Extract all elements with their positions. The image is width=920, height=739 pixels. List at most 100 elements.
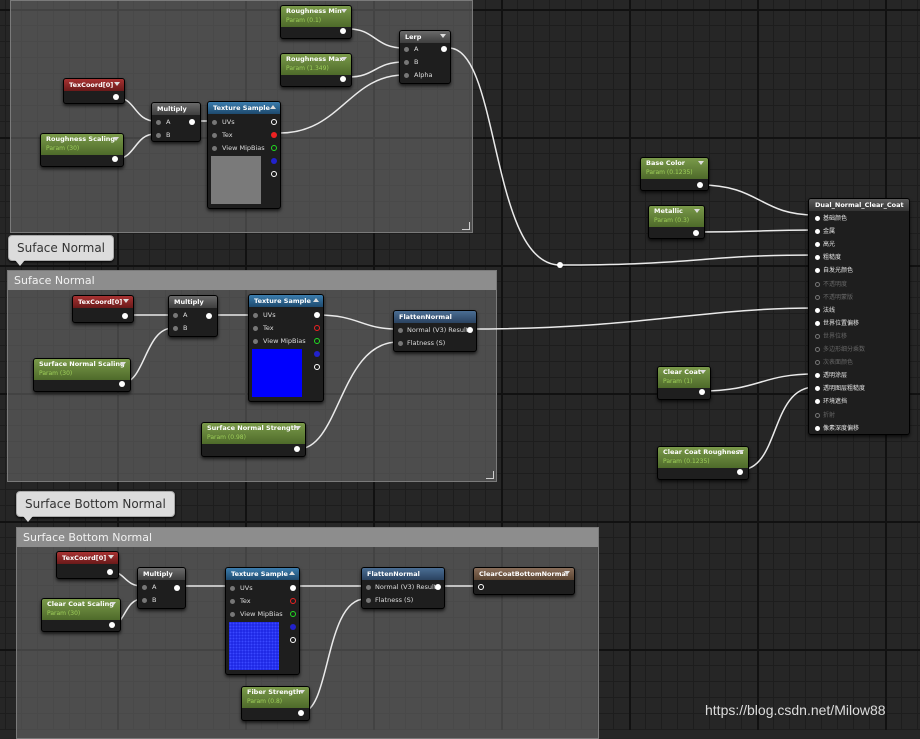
node-base-color[interactable]: Base Color Param (0.1235) [640, 157, 709, 191]
output-pin[interactable] [467, 327, 473, 333]
input-pin[interactable] [156, 120, 161, 125]
output-pin[interactable] [340, 76, 346, 82]
input-pin[interactable] [253, 339, 258, 344]
output-pin-b[interactable] [271, 158, 277, 164]
input-pin[interactable] [815, 425, 820, 431]
chevron-down-icon[interactable] [113, 137, 119, 141]
chevron-down-icon[interactable] [110, 602, 116, 606]
output-pin-b[interactable] [314, 351, 320, 357]
material-input-pin[interactable]: 透明图层粗糙度 [815, 383, 865, 392]
output-pin[interactable] [119, 381, 125, 387]
material-input-pin[interactable]: 高光 [815, 239, 835, 248]
output-pin[interactable] [441, 46, 447, 52]
chevron-down-icon[interactable] [698, 161, 704, 165]
chevron-up-icon[interactable] [289, 571, 295, 575]
material-input-pin[interactable]: 法线 [815, 305, 835, 314]
output-pin-rgb[interactable] [314, 312, 320, 318]
node-texture-sample[interactable]: Texture Sample UVs Tex View MipBias [207, 101, 281, 209]
chevron-up-icon[interactable] [313, 298, 319, 302]
node-texture-sample[interactable]: Texture Sample UVs Tex View MipBias [225, 567, 300, 675]
input-pin[interactable] [815, 347, 820, 352]
node-metallic[interactable]: Metallic Param (0.3) [648, 205, 705, 239]
input-pin[interactable] [404, 73, 409, 78]
material-input-pin[interactable]: 次表面颜色 [815, 357, 853, 366]
chevron-down-icon[interactable] [694, 209, 700, 213]
input-pin[interactable] [398, 328, 403, 333]
input-pin[interactable] [230, 612, 235, 617]
input-pin[interactable] [366, 598, 371, 603]
output-pin-a[interactable] [271, 171, 277, 177]
output-pin[interactable] [697, 182, 703, 188]
output-pin[interactable] [206, 313, 212, 319]
input-pin[interactable] [815, 386, 820, 392]
node-texture-sample[interactable]: Texture Sample UVs Tex View MipBias [248, 294, 324, 402]
chevron-down-icon[interactable] [295, 426, 301, 430]
node-texcoord[interactable]: TexCoord[0] [72, 295, 134, 323]
material-input-pin[interactable]: 不透明蒙版 [815, 292, 853, 301]
chevron-down-icon[interactable] [108, 555, 114, 559]
output-pin-a[interactable] [290, 637, 296, 643]
output-pin[interactable] [340, 28, 346, 34]
output-pin-r[interactable] [271, 132, 277, 138]
output-pin[interactable] [435, 584, 441, 590]
output-pin[interactable] [112, 156, 118, 162]
input-pin[interactable] [815, 412, 820, 418]
output-pin[interactable] [294, 446, 300, 452]
input-pin[interactable] [253, 326, 258, 331]
output-pin-g[interactable] [314, 338, 320, 344]
material-input-pin[interactable]: 世界位置偏移 [815, 318, 859, 327]
input-pin[interactable] [815, 216, 820, 221]
material-input-pin[interactable]: 金属 [815, 226, 835, 235]
input-pin[interactable] [398, 341, 403, 346]
output-pin-g[interactable] [271, 145, 277, 151]
output-pin[interactable] [189, 119, 195, 125]
node-multiply[interactable]: Multiply A B [137, 567, 186, 609]
node-clear-coat-scaling[interactable]: Clear Coat Scaling Param (30) [41, 598, 121, 632]
node-lerp[interactable]: Lerp A B Alpha [399, 30, 451, 84]
material-input-pin[interactable]: 折射 [815, 410, 835, 419]
input-pin[interactable] [230, 599, 235, 604]
input-pin[interactable] [142, 598, 147, 603]
material-input-pin[interactable]: 粗糙度 [815, 252, 841, 261]
node-flatten-normal[interactable]: FlattenNormal Normal (V3) Result Flatnes… [361, 567, 445, 609]
input-pin[interactable] [478, 584, 484, 590]
output-pin[interactable] [693, 230, 699, 236]
node-texcoord[interactable]: TexCoord[0] [56, 551, 119, 579]
chevron-down-icon[interactable] [440, 34, 446, 38]
input-pin[interactable] [815, 268, 820, 274]
node-clear-coat-bottom-normal[interactable]: ClearCoatBottomNormal [473, 567, 575, 595]
chevron-down-icon[interactable] [123, 299, 129, 303]
input-pin[interactable] [156, 133, 161, 138]
node-clear-coat[interactable]: Clear Coat Param (1) [657, 366, 711, 400]
chevron-down-icon[interactable] [114, 82, 120, 86]
input-pin[interactable] [815, 307, 820, 313]
input-pin[interactable] [815, 360, 820, 366]
node-material-output[interactable]: Dual_Normal_Clear_Coat 基础颜色 金属 高光 粗糙度 自发光颜色不… [808, 198, 910, 435]
chevron-down-icon[interactable] [299, 690, 305, 694]
input-pin[interactable] [366, 585, 371, 590]
output-pin[interactable] [109, 622, 115, 628]
chevron-down-icon[interactable] [120, 362, 126, 366]
chevron-down-icon[interactable] [700, 370, 706, 374]
output-pin-r[interactable] [314, 325, 320, 331]
output-pin[interactable] [737, 469, 743, 475]
input-pin[interactable] [404, 60, 409, 65]
output-pin[interactable] [122, 313, 128, 319]
material-input-pin[interactable]: 透明涂层 [815, 370, 847, 379]
chevron-down-icon[interactable] [341, 57, 347, 61]
chevron-down-icon[interactable] [738, 450, 744, 454]
input-pin[interactable] [815, 333, 820, 339]
material-input-pin[interactable]: 基础颜色 [815, 213, 847, 222]
node-roughness-scaling[interactable]: Roughness Scaling Param (30) [40, 133, 124, 167]
output-pin-r[interactable] [290, 598, 296, 604]
material-input-pin[interactable]: 世界位移 [815, 331, 847, 340]
node-fiber-strength[interactable]: Fiber Strength Param (0.8) [241, 686, 310, 721]
chevron-down-icon[interactable] [341, 9, 347, 13]
input-pin[interactable] [142, 585, 147, 590]
output-pin-rgb[interactable] [271, 119, 277, 125]
input-pin[interactable] [815, 242, 820, 248]
node-texcoord[interactable]: TexCoord[0] [63, 78, 125, 104]
node-flatten-normal[interactable]: FlattenNormal Normal (V3) Result Flatnes… [393, 310, 477, 352]
input-pin[interactable] [815, 294, 820, 300]
input-pin[interactable] [173, 313, 178, 318]
